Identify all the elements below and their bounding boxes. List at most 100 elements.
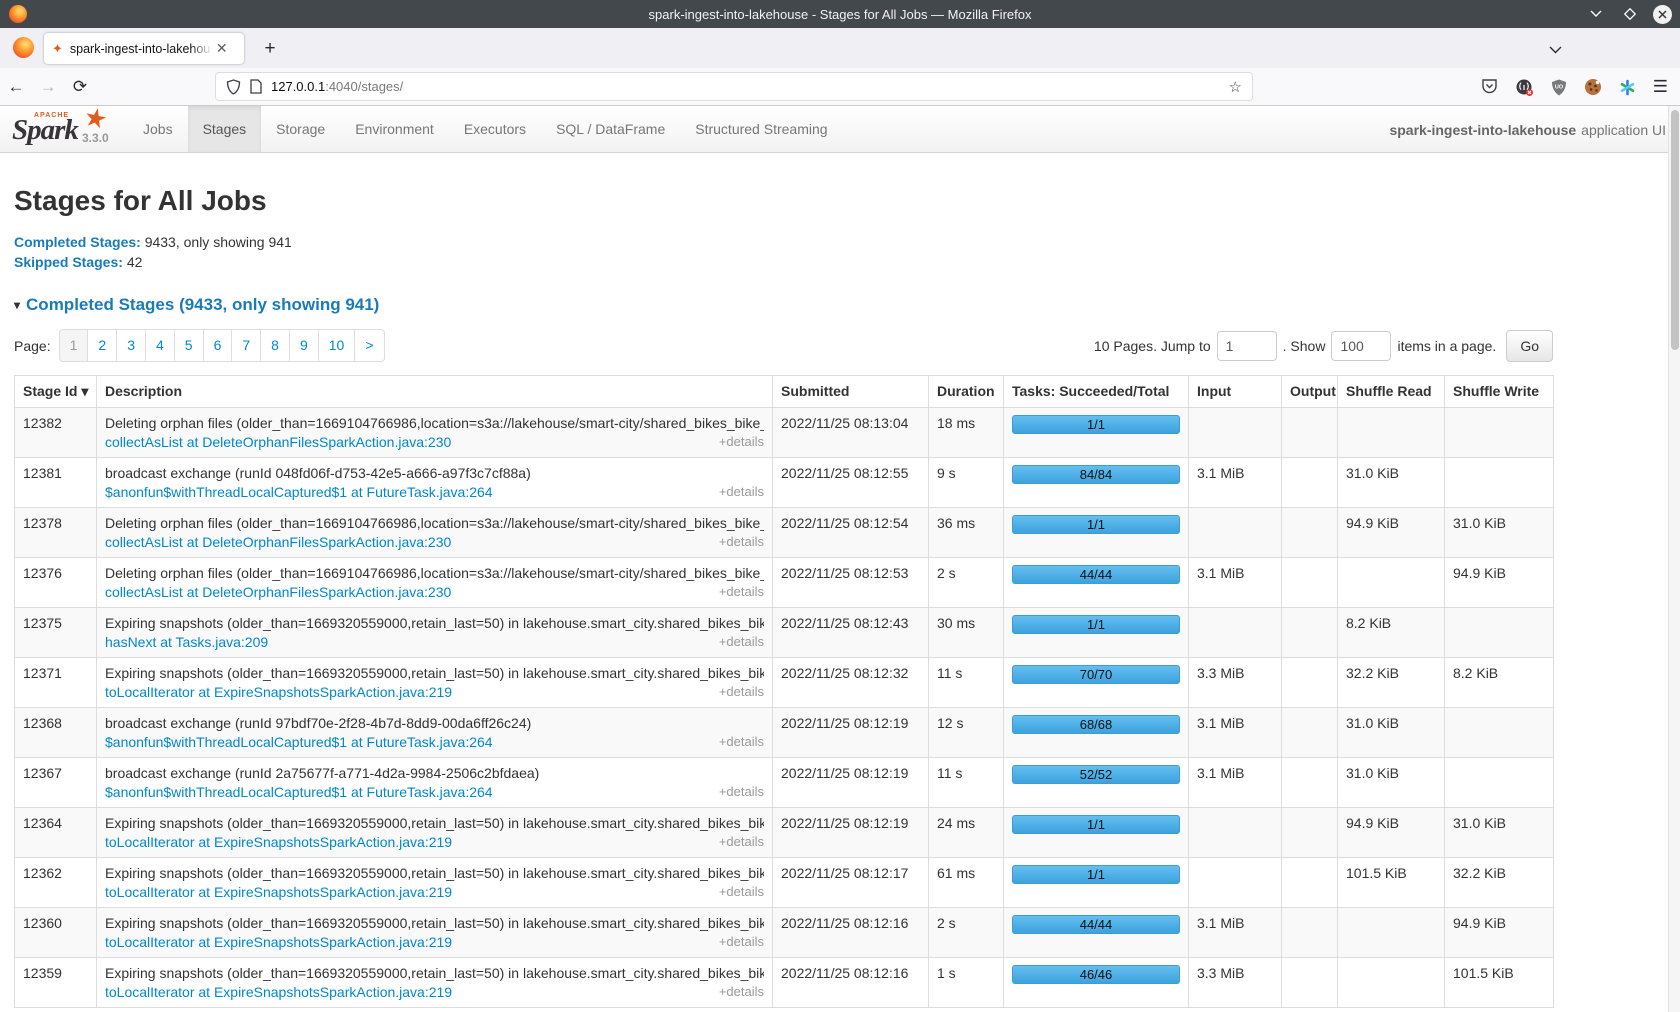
column-header-duration[interactable]: Duration: [929, 376, 1004, 408]
bookmark-star-icon[interactable]: ☆: [1229, 78, 1242, 96]
description-callsite-link[interactable]: toLocalIterator at ExpireSnapshotsSparkA…: [105, 884, 452, 900]
details-toggle[interactable]: +details: [719, 434, 764, 450]
description-callsite-link[interactable]: collectAsList at DeleteOrphanFilesSparkA…: [105, 534, 451, 550]
tasks-progress-bar: 1/1: [1012, 815, 1180, 834]
list-all-tabs-icon[interactable]: [1549, 41, 1562, 59]
details-toggle[interactable]: +details: [719, 484, 764, 500]
description-callsite-link[interactable]: toLocalIterator at ExpireSnapshotsSparkA…: [105, 684, 452, 700]
menu-hamburger-icon[interactable]: ☰: [1653, 77, 1668, 97]
browser-tab[interactable]: ✦ spark-ingest-into-lakehous ✕: [44, 33, 244, 64]
asterisk-extension-icon[interactable]: [1619, 79, 1636, 96]
cell-tasks: 70/70: [1004, 658, 1189, 708]
details-toggle[interactable]: +details: [719, 884, 764, 900]
forward-button[interactable]: →: [32, 77, 64, 97]
cell-description: broadcast exchange (runId 048fd06f-d753-…: [97, 458, 773, 508]
spark-version: 3.3.0: [82, 131, 109, 145]
page-button-9[interactable]: 9: [290, 329, 319, 362]
page-button-2[interactable]: 2: [88, 329, 117, 362]
details-toggle[interactable]: +details: [719, 634, 764, 650]
description-callsite-link[interactable]: $anonfun$withThreadLocalCaptured$1 at Fu…: [105, 784, 493, 800]
completed-stages-section-toggle[interactable]: ▾ Completed Stages (9433, only showing 9…: [14, 295, 1666, 315]
tab-title: spark-ingest-into-lakehous: [70, 42, 212, 56]
column-header-output[interactable]: Output: [1282, 376, 1338, 408]
firefox-menu-icon[interactable]: [13, 37, 34, 58]
cell-submitted: 2022/11/25 08:12:32: [773, 658, 929, 708]
nav-item-structured-streaming[interactable]: Structured Streaming: [680, 106, 842, 152]
cell-submitted: 2022/11/25 08:12:16: [773, 958, 929, 1008]
minimize-button[interactable]: [1585, 3, 1607, 25]
page-button-1[interactable]: 1: [59, 329, 89, 362]
description-callsite-link[interactable]: $anonfun$withThreadLocalCaptured$1 at Fu…: [105, 484, 493, 500]
cell-shuffle-write: [1445, 758, 1554, 808]
description-callsite-link[interactable]: toLocalIterator at ExpireSnapshotsSparkA…: [105, 984, 452, 1000]
details-toggle[interactable]: +details: [719, 534, 764, 550]
cell-stage-id: 12362: [15, 858, 97, 908]
reload-button[interactable]: ⟳: [64, 77, 96, 97]
page-button-4[interactable]: 4: [146, 329, 175, 362]
column-header-input[interactable]: Input: [1189, 376, 1282, 408]
spark-logo[interactable]: APACHE Spark ★ 3.3.0: [0, 106, 128, 152]
url-bar[interactable]: 127.0.0.1:4040/stages/ ☆: [215, 72, 1253, 101]
pocket-icon[interactable]: [1481, 79, 1498, 95]
page-button-next[interactable]: >: [355, 329, 384, 362]
description-callsite-link[interactable]: collectAsList at DeleteOrphanFilesSparkA…: [105, 584, 451, 600]
page-info-icon[interactable]: [250, 79, 262, 94]
page-button-7[interactable]: 7: [232, 329, 261, 362]
details-toggle[interactable]: +details: [719, 834, 764, 850]
back-button[interactable]: ←: [0, 77, 32, 97]
cell-description: Expiring snapshots (older_than=166932055…: [97, 908, 773, 958]
page-button-8[interactable]: 8: [261, 329, 290, 362]
details-toggle[interactable]: +details: [719, 784, 764, 800]
column-header-shuffle-write[interactable]: Shuffle Write: [1445, 376, 1554, 408]
cell-shuffle-write: 31.0 KiB: [1445, 508, 1554, 558]
nav-item-environment[interactable]: Environment: [340, 106, 449, 152]
description-callsite-link[interactable]: collectAsList at DeleteOrphanFilesSparkA…: [105, 434, 451, 450]
column-header-submitted[interactable]: Submitted: [773, 376, 929, 408]
page-button-6[interactable]: 6: [204, 329, 233, 362]
page-button-5[interactable]: 5: [175, 329, 204, 362]
scrollbar-thumb[interactable]: [1671, 110, 1679, 350]
nav-item-storage[interactable]: Storage: [261, 106, 340, 152]
page-button-3[interactable]: 3: [117, 329, 146, 362]
column-header-shuffle-read[interactable]: Shuffle Read: [1338, 376, 1445, 408]
go-button[interactable]: Go: [1506, 330, 1553, 362]
description-line2: collectAsList at DeleteOrphanFilesSparkA…: [105, 434, 764, 450]
details-toggle[interactable]: +details: [719, 684, 764, 700]
page-button-10[interactable]: 10: [319, 329, 356, 362]
nav-item-sql-dataframe[interactable]: SQL / DataFrame: [541, 106, 680, 152]
nav-item-executors[interactable]: Executors: [449, 106, 541, 152]
jump-page-input[interactable]: [1217, 331, 1277, 361]
tasks-progress-bar: 1/1: [1012, 615, 1180, 634]
close-button[interactable]: [1653, 5, 1672, 24]
details-toggle[interactable]: +details: [719, 984, 764, 1000]
column-header-tasks-succeeded-total[interactable]: Tasks: Succeeded/Total: [1004, 376, 1189, 408]
nav-item-stages[interactable]: Stages: [188, 106, 262, 152]
vertical-scrollbar[interactable]: [1668, 106, 1680, 1012]
description-callsite-link[interactable]: toLocalIterator at ExpireSnapshotsSparkA…: [105, 934, 452, 950]
description-callsite-link[interactable]: toLocalIterator at ExpireSnapshotsSparkA…: [105, 834, 452, 850]
description-callsite-link[interactable]: $anonfun$withThreadLocalCaptured$1 at Fu…: [105, 734, 493, 750]
ublock-icon[interactable]: UO: [1551, 79, 1567, 96]
column-header-stage-id[interactable]: Stage Id ▾: [15, 376, 97, 408]
details-toggle[interactable]: +details: [719, 934, 764, 950]
nav-item-jobs[interactable]: Jobs: [128, 106, 188, 152]
cell-shuffle-read: 101.5 KiB: [1338, 858, 1445, 908]
cell-submitted: 2022/11/25 08:12:17: [773, 858, 929, 908]
new-tab-button[interactable]: +: [258, 38, 282, 60]
items-per-page-input[interactable]: [1331, 331, 1391, 361]
skipped-stages-link[interactable]: Skipped Stages:: [14, 254, 123, 270]
tab-close-icon[interactable]: ✕: [216, 40, 228, 57]
details-toggle[interactable]: +details: [719, 584, 764, 600]
stages-table-body: 12382Deleting orphan files (older_than=1…: [15, 408, 1554, 1008]
details-toggle[interactable]: +details: [719, 734, 764, 750]
maximize-button[interactable]: [1619, 3, 1641, 25]
completed-stages-link[interactable]: Completed Stages:: [14, 234, 141, 250]
description-line2: $anonfun$withThreadLocalCaptured$1 at Fu…: [105, 784, 764, 800]
column-header-description[interactable]: Description: [97, 376, 773, 408]
tracking-shield-icon[interactable]: [226, 79, 241, 95]
cell-tasks: 52/52: [1004, 758, 1189, 808]
description-callsite-link[interactable]: hasNext at Tasks.java:209: [105, 634, 268, 650]
extension-privacy-icon[interactable]: [1515, 78, 1534, 97]
cookie-icon[interactable]: [1584, 78, 1602, 96]
description-line2: hasNext at Tasks.java:209 +details: [105, 634, 764, 650]
